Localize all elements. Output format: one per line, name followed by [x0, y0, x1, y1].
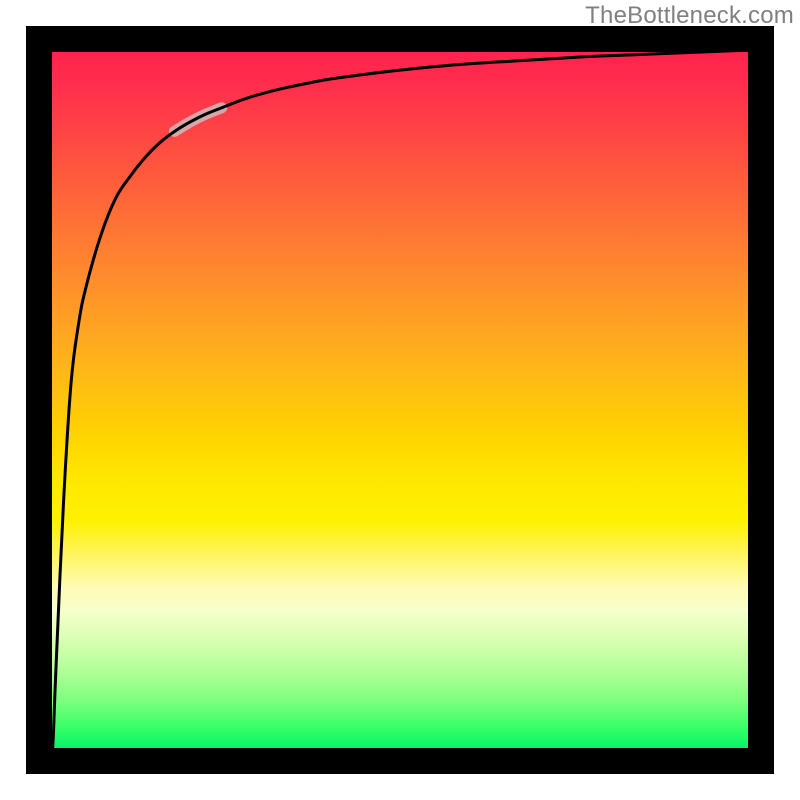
- plot-background-gradient: [26, 26, 774, 774]
- chart-container: TheBottleneck.com: [0, 0, 800, 800]
- watermark-text: TheBottleneck.com: [585, 2, 794, 30]
- plot-frame: [26, 26, 774, 774]
